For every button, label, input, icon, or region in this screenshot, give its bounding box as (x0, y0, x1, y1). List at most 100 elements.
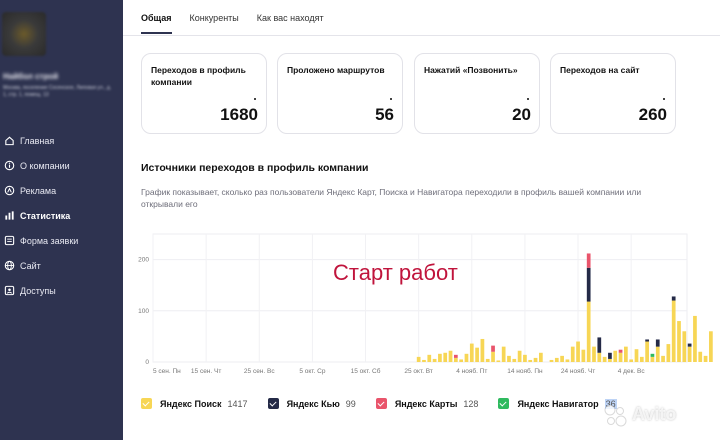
chart-bar-segment[interactable] (533, 357, 538, 362)
checkbox-icon[interactable] (498, 398, 510, 409)
chart-bar-segment[interactable] (650, 356, 655, 362)
chart-bar-segment[interactable] (624, 346, 628, 362)
chart-bar-segment[interactable] (677, 321, 681, 362)
chart-bar-segment[interactable] (655, 339, 660, 347)
sidebar-item-statistics[interactable]: Статистика (0, 203, 123, 228)
stat-card-value: 1680 (220, 105, 258, 124)
chart-bar-segment[interactable] (459, 359, 464, 362)
legend-value: 1417 (227, 398, 248, 409)
chart-bar-segment[interactable] (496, 360, 501, 362)
sidebar-item-form[interactable]: Форма заявки (0, 228, 123, 253)
chart-bar-segment[interactable] (475, 347, 479, 362)
chart-bar-segment[interactable] (682, 331, 687, 362)
chart-bar-segment[interactable] (491, 351, 495, 362)
sidebar-item-site[interactable]: Сайт (0, 253, 123, 278)
chart-bar-segment[interactable] (427, 354, 432, 362)
chart-bar-segment[interactable] (629, 359, 634, 362)
chart-bar-segment[interactable] (661, 355, 665, 362)
x-tick-label: 14 нояб. Пн (507, 367, 543, 375)
stat-card-profile-visits: Переходов в профиль компании 1680 (141, 53, 267, 134)
chart-bar-segment[interactable] (671, 300, 676, 362)
chart-bar-segment[interactable] (597, 352, 602, 362)
chart-bar-segment[interactable] (570, 346, 575, 362)
sidebar-item-about[interactable]: О компании (0, 153, 123, 178)
chart-bar-segment[interactable] (523, 354, 527, 362)
chart-bar-segment[interactable] (666, 344, 671, 362)
chart-bar-segment[interactable] (650, 353, 655, 357)
chart-bar-segment[interactable] (586, 253, 591, 268)
chart-bar-segment[interactable] (416, 356, 421, 362)
y-tick-label: 0 (145, 359, 149, 366)
chart-bar-segment[interactable] (453, 354, 458, 358)
legend-item-navigator[interactable]: Яндекс Навигатор 36 (498, 398, 617, 409)
chart-bar-segment[interactable] (501, 346, 506, 362)
chart-bar-segment[interactable] (634, 349, 639, 362)
sidebar-item-label: Сайт (20, 260, 41, 271)
chart-bar-segment[interactable] (618, 352, 623, 362)
chart-bar-segment[interactable] (453, 357, 458, 362)
legend-item-maps[interactable]: Яндекс Карты 128 (375, 398, 478, 409)
chart-bar-segment[interactable] (528, 359, 533, 362)
sidebar-item-label: Статистика (20, 210, 71, 221)
checkbox-icon[interactable] (141, 398, 152, 409)
chart-bar-segment[interactable] (480, 338, 485, 362)
chart-bar-segment[interactable] (703, 355, 708, 362)
chart-bar-segment[interactable] (560, 355, 564, 362)
chart-bar-segment[interactable] (576, 341, 580, 362)
tab-competitors[interactable]: Конкуренты (190, 0, 239, 34)
chart-bar-segment[interactable] (507, 355, 511, 362)
chart-bar-segment[interactable] (549, 359, 554, 362)
info-icon (4, 160, 15, 171)
chart-bar-segment[interactable] (645, 341, 649, 362)
chart-bar-segment[interactable] (608, 352, 612, 359)
chart-bar-segment[interactable] (491, 345, 495, 352)
chart-bar-segment[interactable] (485, 358, 490, 362)
sidebar-item-access[interactable]: Доступы (0, 278, 123, 303)
chart-bar-segment[interactable] (448, 350, 453, 362)
chart-bar-segment[interactable] (608, 358, 612, 362)
tabs: Общая Конкуренты Как вас находят (141, 0, 342, 34)
chart-bar-segment[interactable] (645, 339, 649, 342)
company-logo[interactable] (2, 12, 46, 56)
chart-bar-segment[interactable] (581, 349, 586, 362)
checkbox-icon[interactable] (375, 398, 387, 409)
x-tick-label: 5 окт. Ср (299, 368, 326, 375)
chart-bar-segment[interactable] (613, 350, 618, 362)
tab-general[interactable]: Общая (141, 0, 172, 34)
chart-bar-segment[interactable] (422, 359, 426, 362)
chart-bar-segment[interactable] (517, 350, 522, 362)
legend-item-q[interactable]: Яндекс Кью 99 (267, 398, 356, 409)
chart-bar-segment[interactable] (618, 349, 623, 353)
chart-bar-segment[interactable] (687, 346, 692, 362)
x-tick-label: 4 дек. Вс (618, 368, 646, 375)
chart-bar-segment[interactable] (464, 353, 469, 362)
chart-bar-segment[interactable] (693, 315, 697, 362)
stat-card-label: Переходов в профиль компании (151, 65, 246, 87)
chart-bar-segment[interactable] (443, 352, 448, 362)
sidebar-item-home[interactable]: Главная (0, 128, 123, 153)
tab-how-found[interactable]: Как вас находят (257, 0, 324, 34)
chart-bar-segment[interactable] (586, 267, 591, 302)
chart-bar-segment[interactable] (639, 356, 644, 362)
chart-bar-segment[interactable] (687, 343, 692, 347)
chart-bar-segment[interactable] (655, 346, 660, 362)
sources-chart[interactable]: 200 100 0 5 сен. Пн 15 сен. Чт 25 сен. Вс 5 о… (123, 228, 720, 378)
chart-bar-segment[interactable] (469, 343, 474, 362)
legend-item-search[interactable]: Яндекс Поиск 1417 (141, 398, 248, 409)
chart-bar-segment[interactable] (438, 353, 442, 362)
chart-bar-segment[interactable] (597, 337, 602, 353)
chart-bar-segment[interactable] (709, 331, 713, 362)
chart-bar-segment[interactable] (554, 357, 559, 362)
chart-bar-segment[interactable] (565, 359, 570, 362)
x-tick-label: 15 сен. Чт (191, 368, 221, 375)
chart-bar-segment[interactable] (512, 358, 517, 362)
chart-bar-segment[interactable] (432, 358, 437, 362)
chart-bar-segment[interactable] (592, 346, 596, 362)
chart-bar-segment[interactable] (671, 296, 676, 301)
chart-bar-segment[interactable] (539, 352, 543, 362)
chart-bar-segment[interactable] (602, 356, 607, 362)
chart-bar-segment[interactable] (586, 301, 591, 362)
chart-bar-segment[interactable] (698, 351, 703, 362)
checkbox-icon[interactable] (267, 398, 279, 409)
sidebar-item-ads[interactable]: Реклама (0, 178, 123, 203)
